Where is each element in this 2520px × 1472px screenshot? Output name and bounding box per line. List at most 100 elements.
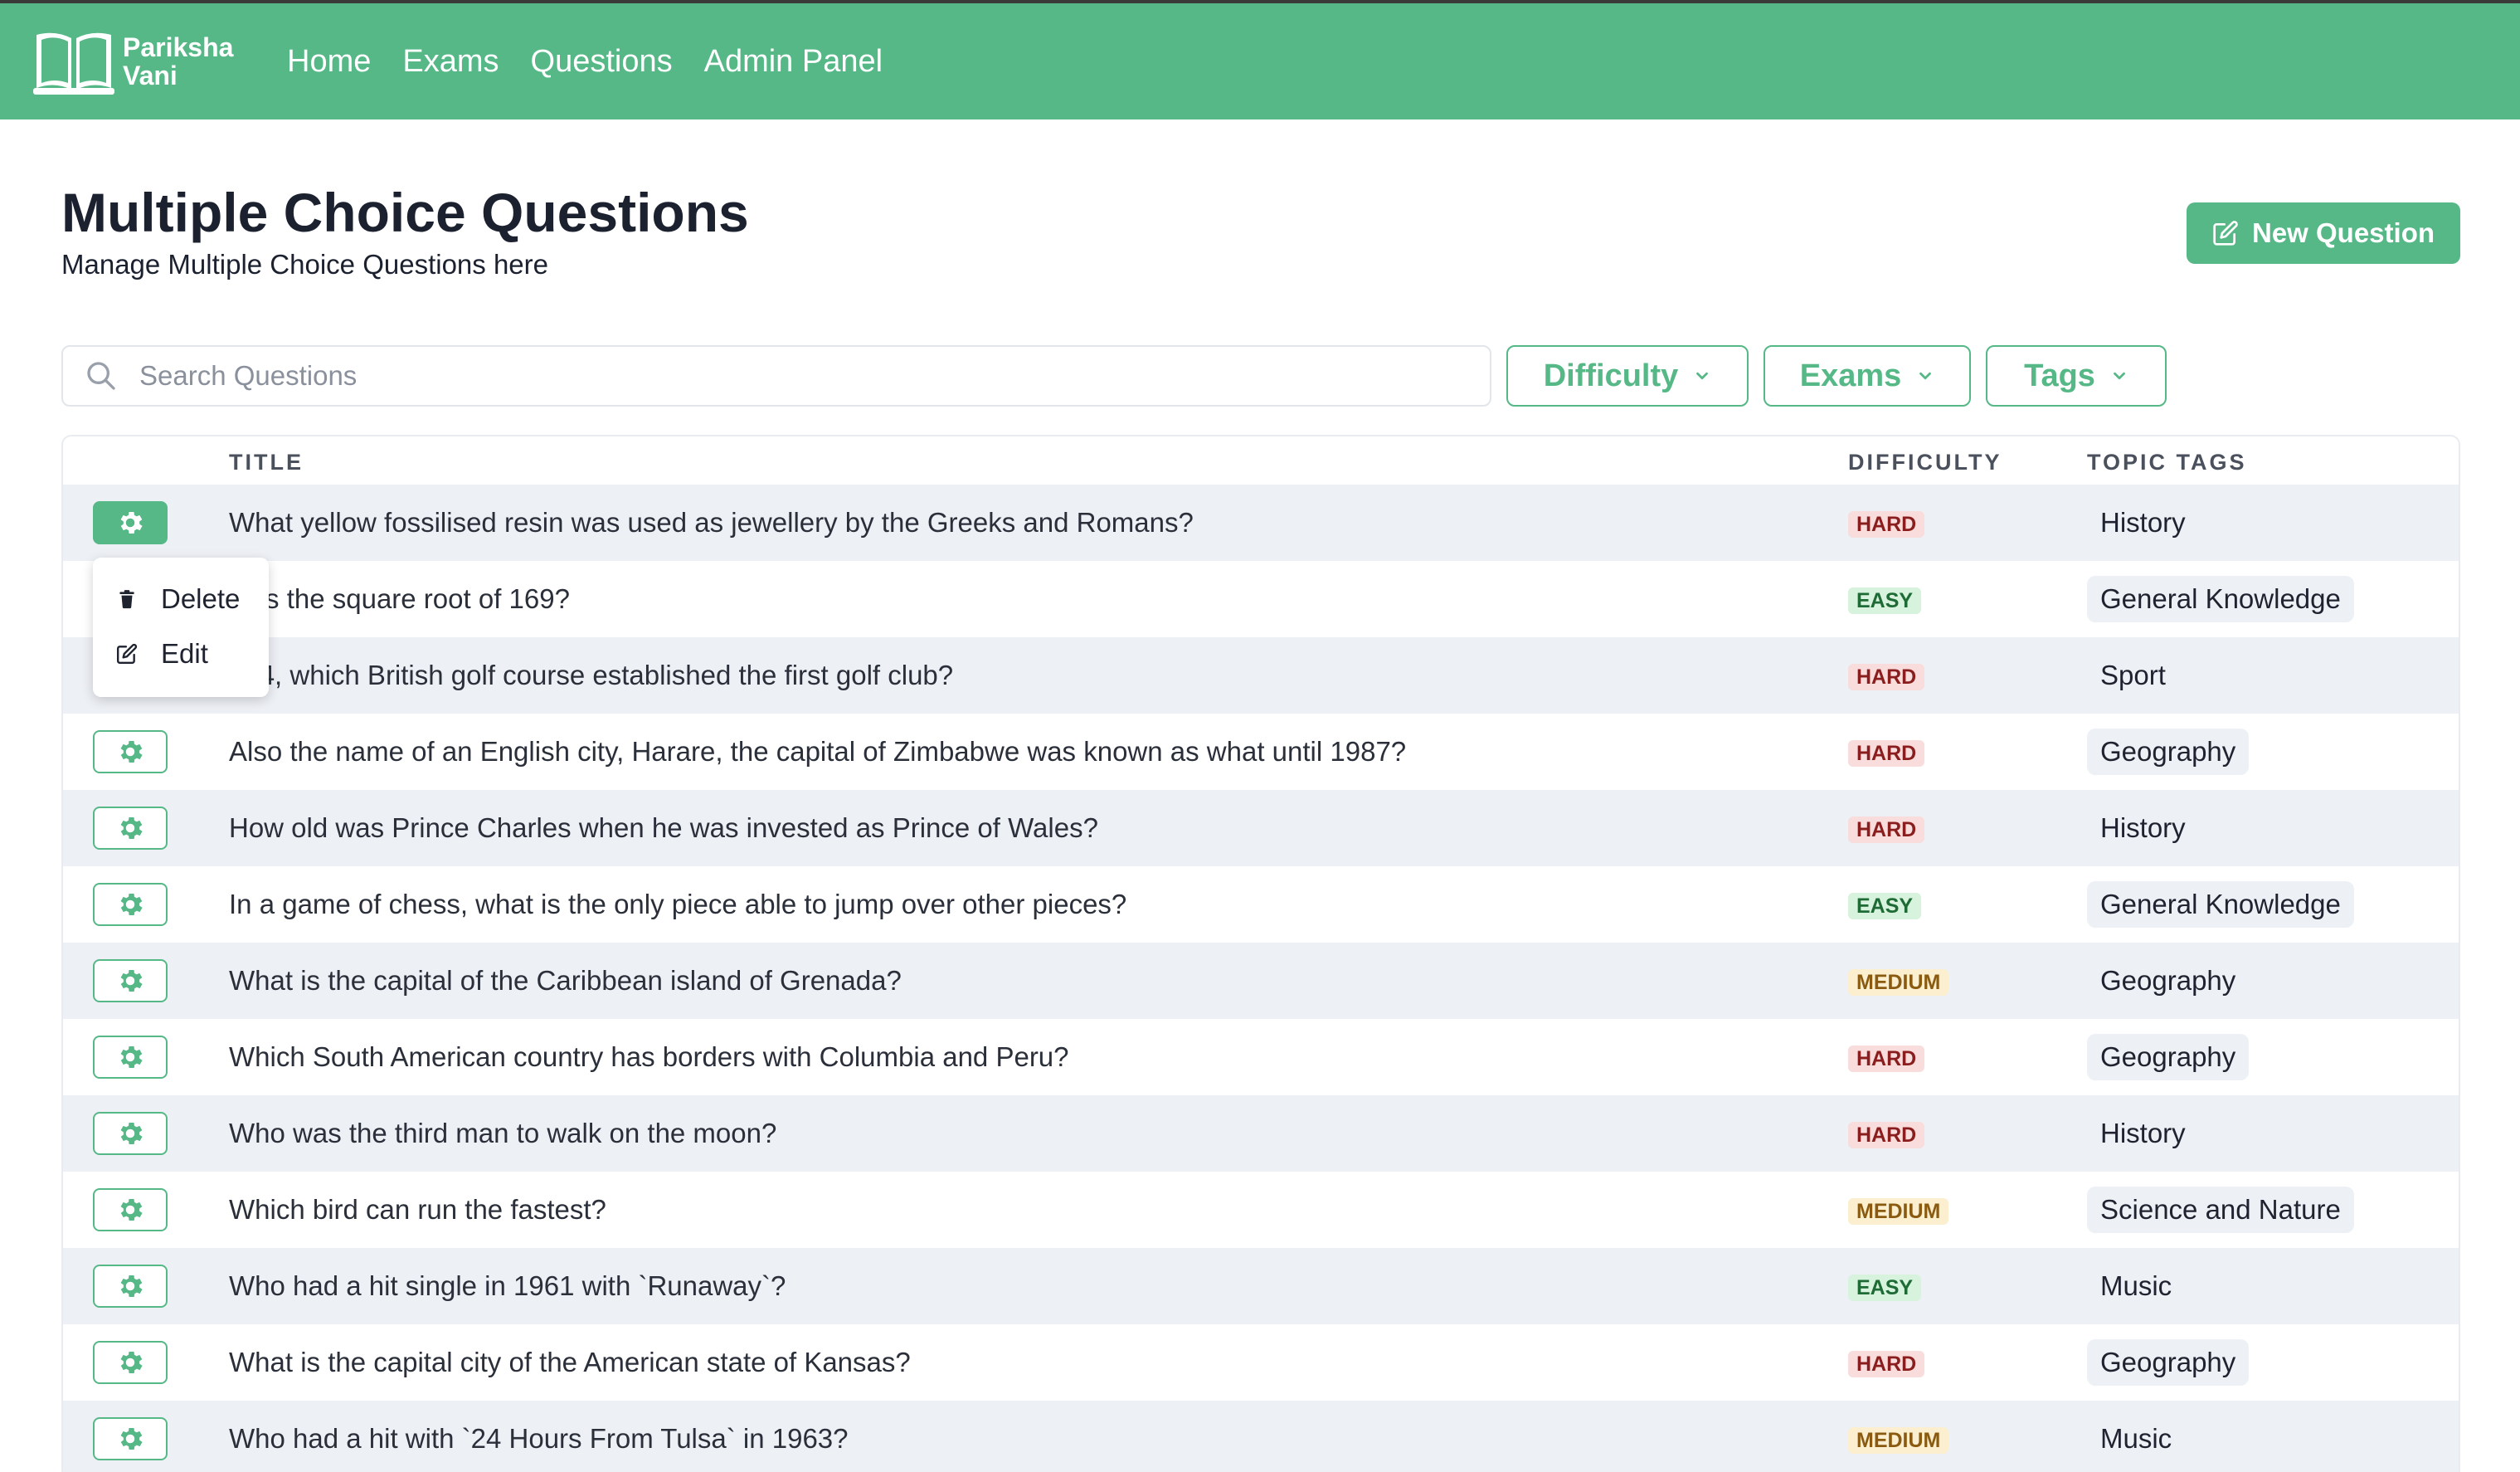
table-header: TITLE DIFFICULTY TOPIC TAGS xyxy=(63,436,2459,485)
row-settings-button[interactable] xyxy=(93,501,168,544)
difficulty-badge: HARD xyxy=(1848,664,1925,690)
tags-filter[interactable]: Tags xyxy=(1986,345,2167,407)
search-input[interactable] xyxy=(139,360,1467,392)
question-title[interactable]: Also the name of an English city, Harare… xyxy=(229,714,1406,790)
topic-tag[interactable]: Music xyxy=(2087,1416,2185,1462)
question-title[interactable]: In a game of chess, what is the only pie… xyxy=(229,866,1126,943)
app-logo[interactable]: Pariksha Vani xyxy=(33,27,255,96)
row-settings-button[interactable] xyxy=(93,1265,168,1308)
nav-admin-panel[interactable]: Admin Panel xyxy=(704,44,883,80)
difficulty-badge: EASY xyxy=(1848,893,1922,919)
nav-home[interactable]: Home xyxy=(287,44,371,80)
new-question-button[interactable]: New Question xyxy=(2187,202,2460,264)
row-settings-button[interactable] xyxy=(93,1188,168,1231)
menu-delete[interactable]: Delete xyxy=(93,574,269,624)
page-subtitle: Manage Multiple Choice Questions here xyxy=(61,249,548,280)
difficulty-badge: HARD xyxy=(1848,511,1925,538)
topic-tag[interactable]: History xyxy=(2087,1110,2199,1157)
header-topic-tags: TOPIC TAGS xyxy=(2087,450,2247,475)
gear-icon xyxy=(120,1275,143,1298)
question-title[interactable]: What is the capital city of the American… xyxy=(229,1324,911,1401)
app-name-line2: Vani xyxy=(123,61,178,90)
row-settings-button[interactable] xyxy=(93,959,168,1002)
difficulty-filter-label: Difficulty xyxy=(1543,358,1679,393)
gear-icon xyxy=(120,1351,143,1374)
topic-tag[interactable]: Science and Nature xyxy=(2087,1187,2354,1233)
menu-delete-label: Delete xyxy=(161,583,241,614)
gear-icon xyxy=(120,1198,143,1221)
difficulty-badge: MEDIUM xyxy=(1848,1198,1949,1225)
question-title[interactable]: How old was Prince Charles when he was i… xyxy=(229,790,1098,866)
new-question-label: New Question xyxy=(2251,217,2435,248)
table-row: How old was Prince Charles when he was i… xyxy=(63,790,2459,866)
topic-tag[interactable]: History xyxy=(2087,805,2199,851)
difficulty-badge: HARD xyxy=(1848,1122,1925,1148)
topic-tag[interactable]: Geography xyxy=(2087,1034,2250,1080)
topic-tag[interactable]: Sport xyxy=(2087,652,2179,699)
difficulty-badge: HARD xyxy=(1848,1351,1925,1377)
question-title[interactable]: at is the square root of 169? xyxy=(229,561,570,637)
question-title[interactable]: Who had a hit single in 1961 with `Runaw… xyxy=(229,1248,786,1324)
table-row: Who had a hit with `24 Hours From Tulsa`… xyxy=(63,1401,2459,1472)
topic-tag[interactable]: Geography xyxy=(2087,958,2249,1004)
table-row: What is the capital city of the American… xyxy=(63,1324,2459,1401)
table-row: Who had a hit single in 1961 with `Runaw… xyxy=(63,1248,2459,1324)
difficulty-badge: HARD xyxy=(1848,1046,1925,1072)
topic-tag[interactable]: Geography xyxy=(2087,1339,2250,1386)
table-row: What is the capital of the Caribbean isl… xyxy=(63,943,2459,1019)
row-settings-button[interactable] xyxy=(93,1112,168,1155)
tags-filter-label: Tags xyxy=(2024,358,2095,393)
question-title[interactable]: What is the capital of the Caribbean isl… xyxy=(229,943,902,1019)
difficulty-badge: HARD xyxy=(1848,816,1925,843)
gear-icon xyxy=(120,1122,143,1145)
table-row: Which bird can run the fastest? MEDIUM Sci… xyxy=(63,1172,2459,1248)
question-title[interactable]: Which bird can run the fastest? xyxy=(229,1172,606,1248)
row-settings-button[interactable] xyxy=(93,1341,168,1384)
topic-tag[interactable]: History xyxy=(2087,500,2199,546)
table-row: Who was the third man to walk on the moo… xyxy=(63,1095,2459,1172)
gear-icon xyxy=(120,1046,143,1069)
row-settings-button[interactable] xyxy=(93,1036,168,1079)
topic-tag[interactable]: General Knowledge xyxy=(2087,881,2354,928)
difficulty-badge: EASY xyxy=(1848,587,1922,614)
topic-tag[interactable]: General Knowledge xyxy=(2087,576,2354,622)
difficulty-filter[interactable]: Difficulty xyxy=(1506,345,1749,407)
nav-exams[interactable]: Exams xyxy=(402,44,499,80)
row-settings-button[interactable] xyxy=(93,730,168,773)
difficulty-badge: MEDIUM xyxy=(1848,969,1949,996)
question-title[interactable]: 744, which British golf course establish… xyxy=(229,637,953,714)
search-icon xyxy=(87,362,115,390)
question-title[interactable]: What yellow fossilised resin was used as… xyxy=(229,485,1194,561)
gear-icon xyxy=(120,816,143,840)
table-row: at is the square root of 169? EASY General… xyxy=(63,561,2459,637)
app-name-line1: Pariksha xyxy=(123,32,234,62)
menu-edit-label: Edit xyxy=(161,638,208,669)
chevron-down-icon xyxy=(1919,372,1932,380)
row-settings-button[interactable] xyxy=(93,1417,168,1460)
nav-questions[interactable]: Questions xyxy=(531,44,673,80)
top-navbar: Pariksha Vani Home Exams Questions Admin… xyxy=(0,0,2520,119)
gear-icon xyxy=(120,893,143,916)
header-difficulty: DIFFICULTY xyxy=(1848,450,2002,475)
table-row: Which South American country has borders… xyxy=(63,1019,2459,1095)
search-box[interactable] xyxy=(61,345,1491,407)
header-title: TITLE xyxy=(229,450,304,475)
question-title[interactable]: Which South American country has borders… xyxy=(229,1019,1069,1095)
row-settings-button[interactable] xyxy=(93,807,168,850)
gear-icon xyxy=(120,511,143,534)
question-title[interactable]: Who had a hit with `24 Hours From Tulsa`… xyxy=(229,1401,849,1472)
topic-tag[interactable]: Geography xyxy=(2087,729,2250,775)
questions-table: TITLE DIFFICULTY TOPIC TAGS What yellow … xyxy=(61,435,2460,1472)
topic-tag[interactable]: Music xyxy=(2087,1263,2185,1309)
difficulty-badge: HARD xyxy=(1848,740,1925,767)
row-settings-button[interactable] xyxy=(93,883,168,926)
question-title[interactable]: Who was the third man to walk on the moo… xyxy=(229,1095,776,1172)
difficulty-badge: MEDIUM xyxy=(1848,1427,1949,1454)
menu-edit[interactable]: Edit xyxy=(93,629,269,679)
edit-square-icon xyxy=(2213,221,2238,246)
gear-icon xyxy=(120,1427,143,1450)
row-action-menu: Delete Edit xyxy=(93,558,269,697)
exams-filter[interactable]: Exams xyxy=(1764,345,1971,407)
trash-icon xyxy=(119,590,134,609)
edit-square-icon xyxy=(116,643,138,665)
